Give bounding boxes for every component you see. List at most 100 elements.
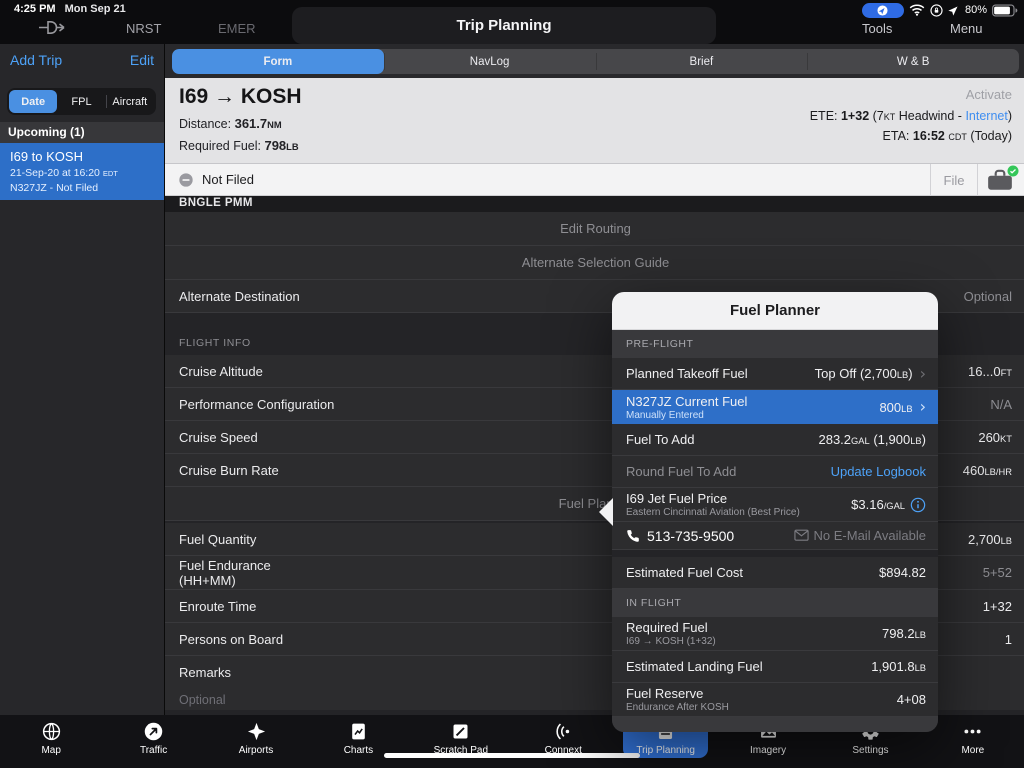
update-logbook-link[interactable]: Update Logbook: [831, 464, 926, 479]
fuel-row-label: I69 Jet Fuel Price: [626, 491, 800, 506]
nrst-button[interactable]: NRST: [126, 21, 161, 36]
row-label: Cruise Altitude: [179, 364, 263, 379]
fuel-row-subtitle: I69 → KOSH (1+32): [626, 636, 716, 647]
tab-label: Traffic: [140, 745, 167, 756]
fuel-planner-rows: PRE-FLIGHTPlanned Takeoff FuelTop Off (2…: [612, 330, 938, 717]
add-trip-button[interactable]: Add Trip: [10, 52, 62, 68]
popover-title: Fuel Planner: [730, 302, 820, 319]
view-tab-form[interactable]: Form: [172, 49, 384, 74]
fuel-row-value: $3.16/GAL: [851, 497, 905, 512]
fuel-row-value: No E-Mail Available: [814, 528, 926, 543]
fuel-row-required-fuel[interactable]: Required FuelI69 → KOSH (1+32)798.2LB: [612, 617, 938, 651]
form-row-edit-routing[interactable]: Edit Routing: [165, 212, 1024, 246]
activate-button[interactable]: Activate: [810, 87, 1012, 102]
trips-sidebar: Add Trip Edit DateFPLAircraft Upcoming (…: [0, 44, 165, 715]
view-tab-navlog[interactable]: NavLog: [384, 49, 596, 74]
fuel-row-round-fuel-to-add[interactable]: Round Fuel To AddUpdate Logbook: [612, 456, 938, 488]
status-time: 4:25 PM: [14, 3, 56, 15]
menu-button[interactable]: Menu: [950, 21, 983, 36]
fuel-row-label: Fuel Reserve: [626, 686, 729, 701]
connext-icon: [553, 721, 574, 742]
trip-list-item-i69-to-kosh[interactable]: I69 to KOSH21-Sep-20 at 16:20 EDTN327JZ …: [0, 143, 164, 200]
status-clock: 4:25 PM Mon Sep 21: [14, 3, 126, 15]
fuel-row-planned-takeoff-fuel[interactable]: Planned Takeoff FuelTop Off (2,700LB)›: [612, 358, 938, 390]
fuel-row-fuel-to-add[interactable]: Fuel To Add283.2GAL (1,900LB): [612, 424, 938, 456]
fuel-row-i69-jet-fuel-price[interactable]: I69 Jet Fuel PriceEastern Cincinnati Avi…: [612, 488, 938, 522]
tab-charts[interactable]: Charts: [307, 715, 409, 768]
phone-number[interactable]: 513-735-9500: [626, 528, 734, 544]
fuel-row-right: 798.2LB: [882, 626, 926, 641]
fuel-row-value: 1,901.8LB: [871, 659, 926, 674]
fuel-row-value: 800LB: [879, 400, 912, 415]
popover-header: Fuel Planner: [612, 292, 938, 330]
row-value: 260KT: [978, 430, 1012, 445]
segment-date[interactable]: Date: [9, 90, 57, 113]
row-label: Cruise Burn Rate: [179, 463, 279, 478]
file-button[interactable]: File: [930, 164, 978, 196]
fuel-row-left: N327JZ Current FuelManually Entered: [626, 394, 747, 421]
fuel-row-n327jz-current-fuel[interactable]: N327JZ Current FuelManually Entered 800LB…: [612, 390, 938, 424]
row-value: 16...0FT: [968, 364, 1012, 379]
row-value: 1: [1005, 632, 1012, 647]
fuel-row-left: Estimated Landing Fuel: [626, 659, 763, 674]
view-tab-brief[interactable]: Brief: [596, 49, 808, 74]
tab-airports[interactable]: Airports: [205, 715, 307, 768]
filing-status-row: Not Filed File: [165, 164, 1024, 196]
tab-scratch-pad[interactable]: Scratch Pad: [410, 715, 512, 768]
emer-button[interactable]: EMER: [218, 21, 256, 36]
top-navigation-bar: 4:25 PM Mon Sep 21 80% NRST EMER: [0, 0, 1024, 44]
traffic-icon: [143, 721, 164, 742]
fuel-row-513-735-9500[interactable]: 513-735-9500 No E-Mail Available: [612, 522, 938, 550]
home-indicator[interactable]: [384, 753, 640, 758]
tab-label: Map: [41, 745, 60, 756]
fuel-row-fuel-reserve[interactable]: Fuel ReserveEndurance After KOSH4+08: [612, 683, 938, 717]
tab-label: Airports: [239, 745, 273, 756]
fuel-row-right: 800LB›: [879, 399, 926, 415]
sidebar-header: Add Trip Edit: [0, 52, 164, 68]
fuel-section-in-flight: IN FLIGHT: [612, 589, 938, 617]
internet-wind-link[interactable]: Internet: [965, 109, 1007, 123]
tab-connext[interactable]: Connext: [512, 715, 614, 768]
location-active-pill: [862, 3, 904, 18]
fuel-row-label: Planned Takeoff Fuel: [626, 366, 748, 381]
fuel-row-right: No E-Mail Available: [794, 528, 926, 543]
tools-button[interactable]: Tools: [862, 21, 892, 36]
fuel-row-right: Update Logbook: [831, 464, 926, 479]
row-label: Remarks: [179, 665, 231, 680]
fuel-row-value: Top Off (2,700LB): [815, 366, 913, 381]
fuel-row-left: I69 Jet Fuel PriceEastern Cincinnati Avi…: [626, 491, 800, 518]
route-string-row[interactable]: BNGLE PMM: [165, 196, 1024, 212]
trip-list: I69 to KOSH21-Sep-20 at 16:20 EDTN327JZ …: [0, 143, 164, 200]
route-string: BNGLE PMM: [165, 196, 1024, 211]
mail-icon: [794, 529, 809, 542]
trip-sort-segmented-control: DateFPLAircraft: [7, 88, 156, 115]
pack-button[interactable]: [986, 168, 1016, 192]
view-tabs: FormNavLogBriefW & B: [172, 49, 1019, 74]
direct-to-icon[interactable]: [38, 19, 66, 41]
segment-fpl[interactable]: FPL: [57, 90, 105, 113]
edit-button[interactable]: Edit: [130, 52, 154, 68]
fuel-row-right: $3.16/GAL: [851, 497, 926, 513]
segment-aircraft[interactable]: Aircraft: [106, 90, 154, 113]
row-label: Alternate Selection Guide: [522, 255, 669, 270]
fuel-row-estimated-landing-fuel[interactable]: Estimated Landing Fuel 1,901.8LB: [612, 651, 938, 683]
view-tab-w-b[interactable]: W & B: [807, 49, 1019, 74]
fuel-row-right: 1,901.8LB: [871, 659, 926, 674]
charts-icon: [348, 721, 369, 742]
fuel-row-label: Estimated Landing Fuel: [626, 659, 763, 674]
page-title: Trip Planning: [456, 17, 551, 34]
form-row-alternate-selection-guide[interactable]: Alternate Selection Guide: [165, 246, 1024, 280]
ete-line: ETE: 1+32 (7KT Headwind - Internet): [810, 109, 1012, 123]
fuel-row-estimated-fuel-cost[interactable]: Estimated Fuel Cost$894.82: [612, 557, 938, 589]
popover-arrow: [599, 498, 613, 526]
wifi-icon: [909, 4, 925, 16]
page-title-container: Trip Planning: [292, 7, 716, 44]
tab-label: More: [961, 745, 984, 756]
tab-map[interactable]: Map: [0, 715, 102, 768]
row-label: Edit Routing: [560, 221, 631, 236]
tab-traffic[interactable]: Traffic: [102, 715, 204, 768]
orientation-lock-icon: [930, 4, 943, 17]
battery-icon: [992, 4, 1018, 17]
fuel-row-value: $894.82: [879, 565, 926, 580]
row-value: 460LB/HR: [963, 463, 1012, 478]
